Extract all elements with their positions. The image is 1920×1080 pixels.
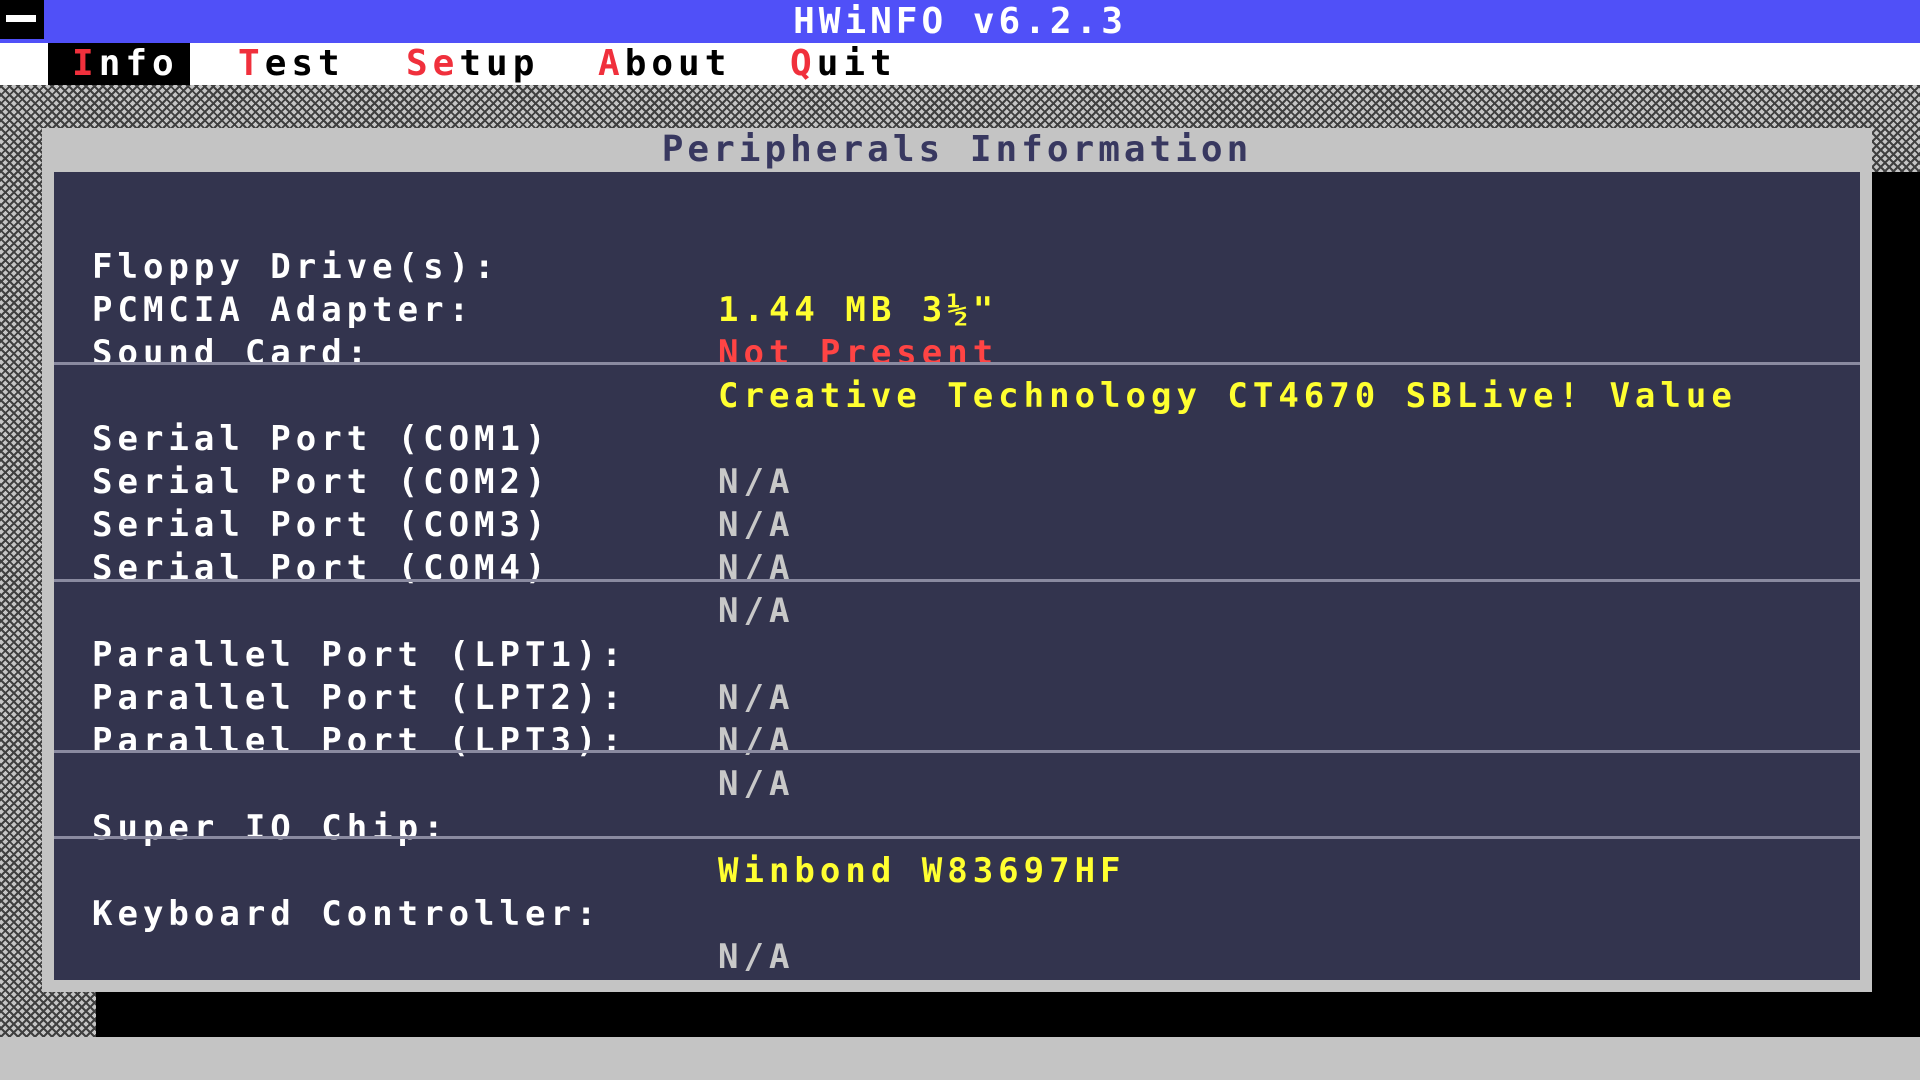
title-bar: HWiNFO v6.2.3 — [0, 0, 1920, 43]
row-serial-com3: Serial Port (COM3) N/A — [54, 461, 1860, 588]
app-title: HWiNFO v6.2.3 — [793, 1, 1127, 42]
section-divider — [54, 836, 1860, 839]
row-parallel-lpt1: Parallel Port (LPT1): N/A — [54, 591, 1860, 718]
menu-item-about[interactable]: About — [574, 43, 755, 85]
status-bar — [0, 1037, 1920, 1080]
window-shadow-right — [1872, 172, 1920, 1037]
row-super-io-chip: Super IO Chip: Winbond W83697HF — [54, 764, 1860, 891]
row-value: N/A — [718, 937, 795, 977]
menu-item-info[interactable]: Info — [48, 43, 190, 85]
menu-item-setup[interactable]: Setup — [382, 43, 563, 85]
row-label: Keyboard Controller: — [92, 894, 602, 934]
system-menu-icon — [6, 15, 36, 22]
row-parallel-lpt2: Parallel Port (LPT2): N/A — [54, 634, 1860, 761]
row-sound-card: Sound Card: Creative Technology CT4670 S… — [54, 289, 1860, 416]
row-serial-com2: Serial Port (COM2) N/A — [54, 418, 1860, 545]
row-value: N/A — [718, 548, 795, 588]
row-pcmcia-adapter: PCMCIA Adapter: Not Present — [54, 246, 1860, 373]
row-label: Sound Card: — [92, 333, 373, 373]
section-divider — [54, 362, 1860, 365]
row-value: Not Present — [718, 333, 999, 373]
row-label: Parallel Port (LPT3): — [92, 721, 627, 761]
row-value: N/A — [718, 721, 795, 761]
section-divider — [54, 579, 1860, 582]
menu-item-quit[interactable]: Quit — [766, 43, 921, 85]
peripherals-window: Peripherals Information Floppy Drive(s):… — [42, 128, 1872, 992]
row-serial-com1: Serial Port (COM1) N/A — [54, 375, 1860, 502]
system-menu-button[interactable] — [0, 0, 46, 39]
window-shadow-bottom — [96, 992, 1920, 1037]
row-keyboard-controller: Keyboard Controller: N/A — [54, 850, 1860, 977]
peripherals-panel: Floppy Drive(s): 1.44 MB 3½" PCMCIA Adap… — [54, 172, 1860, 980]
window-title: Peripherals Information — [661, 129, 1253, 170]
menu-item-test[interactable]: Test — [214, 43, 369, 85]
row-floppy-drive: Floppy Drive(s): 1.44 MB 3½" — [54, 203, 1860, 330]
section-divider — [54, 750, 1860, 753]
row-parallel-lpt3: Parallel Port (LPT3): N/A — [54, 677, 1860, 804]
row-serial-com4: Serial Port (COM4) N/A — [54, 504, 1860, 631]
row-label: Super IO Chip: — [92, 808, 449, 848]
row-label: Serial Port (COM4) — [92, 548, 551, 588]
menu-bar: Info Test Setup About Quit — [0, 43, 1920, 85]
